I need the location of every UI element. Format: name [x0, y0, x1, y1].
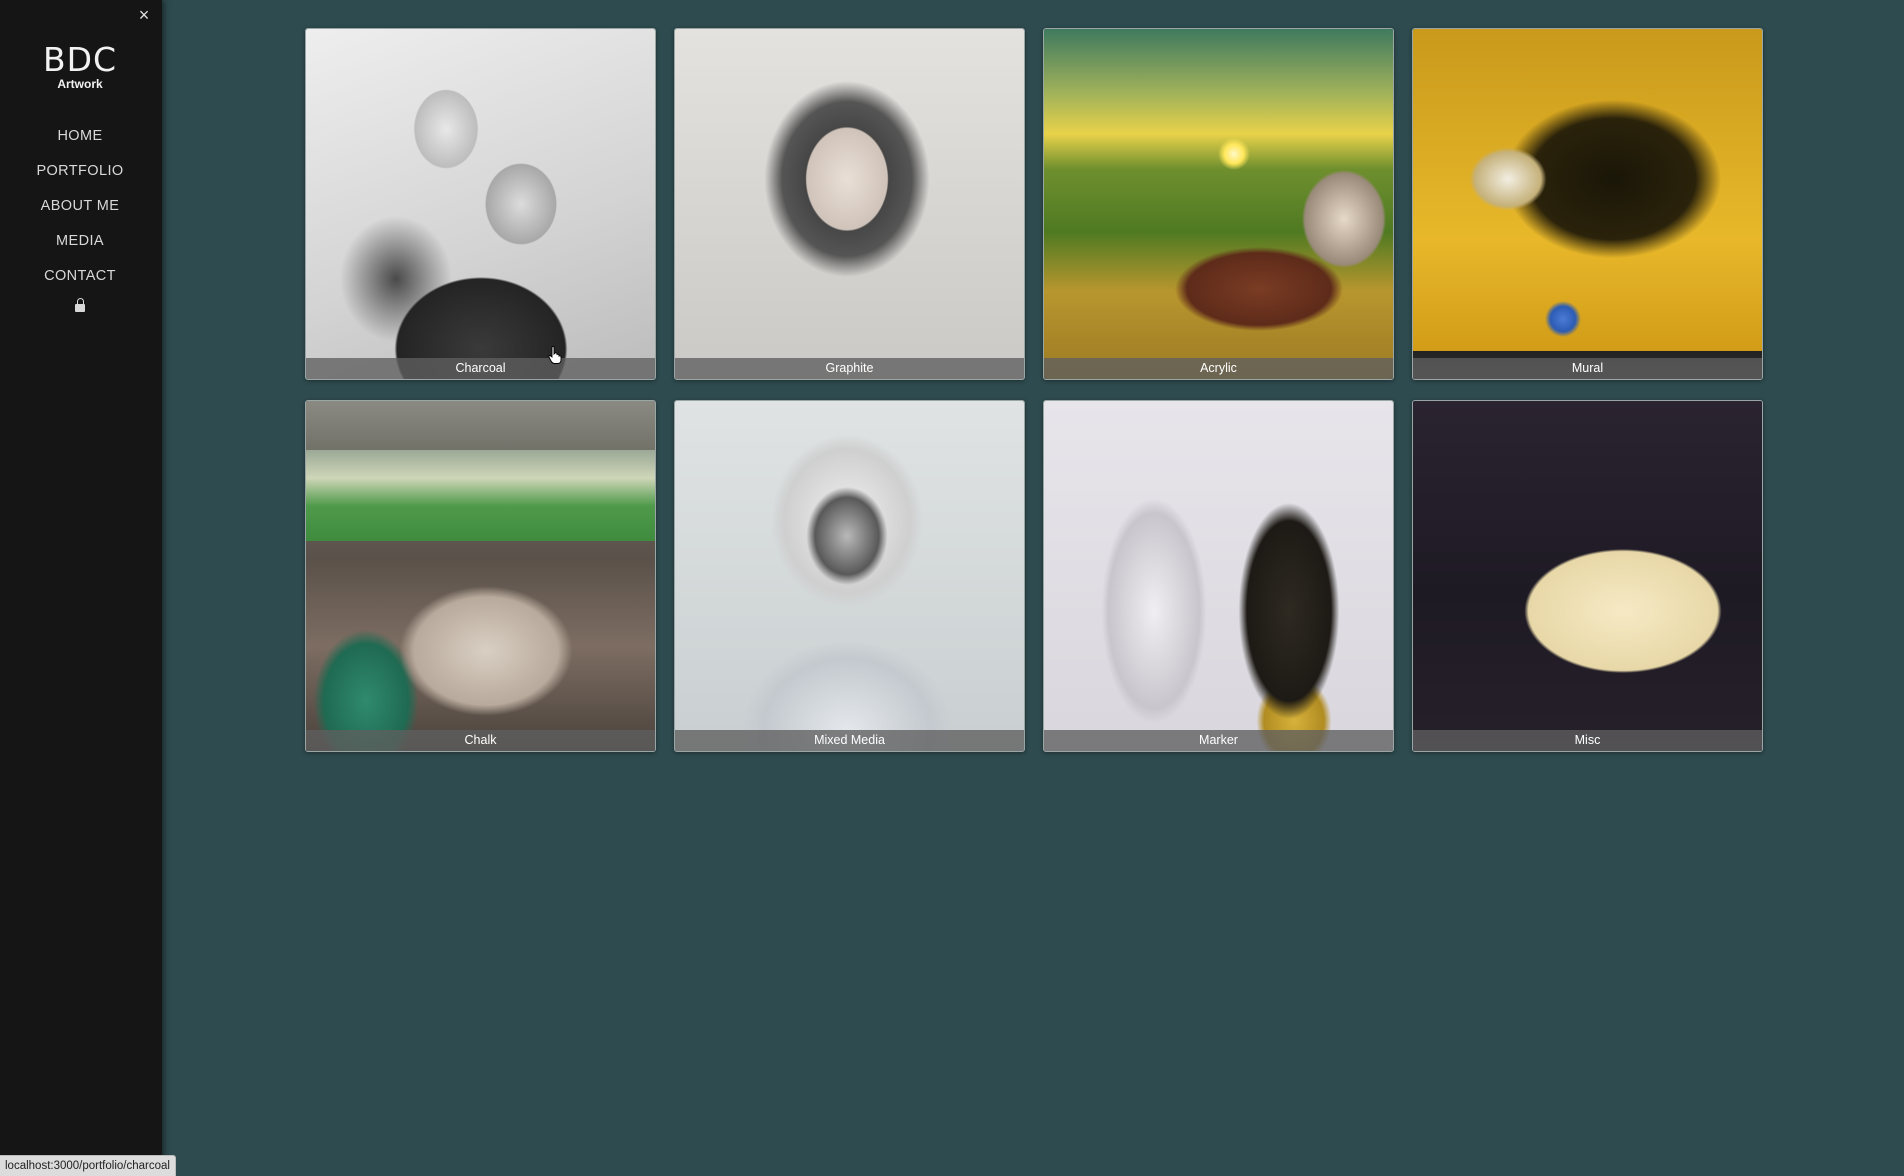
brand-subtitle: Artwork [57, 77, 103, 91]
browser-status-bar: localhost:3000/portfolio/charcoal [0, 1155, 176, 1176]
sidebar-nav: HOME PORTFOLIO ABOUT ME MEDIA CONTACT [0, 126, 160, 312]
card-label: Marker [1044, 730, 1393, 751]
gallery-card-mixed-media[interactable]: Mixed Media [674, 400, 1025, 752]
mural-artwork-image [1413, 29, 1762, 379]
card-label: Charcoal [306, 358, 655, 379]
card-label: Graphite [675, 358, 1024, 379]
gallery-card-graphite[interactable]: Graphite [674, 28, 1025, 380]
card-label: Chalk [306, 730, 655, 751]
gallery-card-misc[interactable]: Misc [1412, 400, 1763, 752]
portfolio-gallery: Charcoal Graphite Acrylic Mural Chalk Mi… [305, 28, 1763, 752]
gallery-card-mural[interactable]: Mural [1412, 28, 1763, 380]
nav-item-portfolio[interactable]: PORTFOLIO [0, 161, 160, 196]
mixed-media-artwork-image [675, 401, 1024, 751]
gallery-card-charcoal[interactable]: Charcoal [305, 28, 656, 380]
graphite-artwork-image [675, 29, 1024, 379]
nav-item-contact[interactable]: CONTACT [0, 266, 160, 301]
nav-item-media[interactable]: MEDIA [0, 231, 160, 266]
sidebar: × BDC Artwork HOME PORTFOLIO ABOUT ME ME… [0, 0, 162, 1176]
card-label: Mixed Media [675, 730, 1024, 751]
acrylic-artwork-image [1044, 29, 1393, 379]
card-label: Mural [1413, 358, 1762, 379]
nav-item-home[interactable]: HOME [0, 126, 160, 161]
chalk-artwork-image [306, 401, 655, 751]
brand-logo[interactable]: BDC Artwork [0, 40, 160, 91]
gallery-card-marker[interactable]: Marker [1043, 400, 1394, 752]
card-label: Acrylic [1044, 358, 1393, 379]
close-icon[interactable]: × [134, 2, 154, 28]
lock-icon[interactable] [0, 298, 160, 312]
nav-item-about-me[interactable]: ABOUT ME [0, 196, 160, 231]
charcoal-artwork-image [306, 29, 655, 379]
gallery-card-acrylic[interactable]: Acrylic [1043, 28, 1394, 380]
card-label: Misc [1413, 730, 1762, 751]
gallery-card-chalk[interactable]: Chalk [305, 400, 656, 752]
brand-title: BDC [42, 40, 118, 79]
marker-artwork-image [1044, 401, 1393, 751]
misc-artwork-image [1413, 401, 1762, 751]
